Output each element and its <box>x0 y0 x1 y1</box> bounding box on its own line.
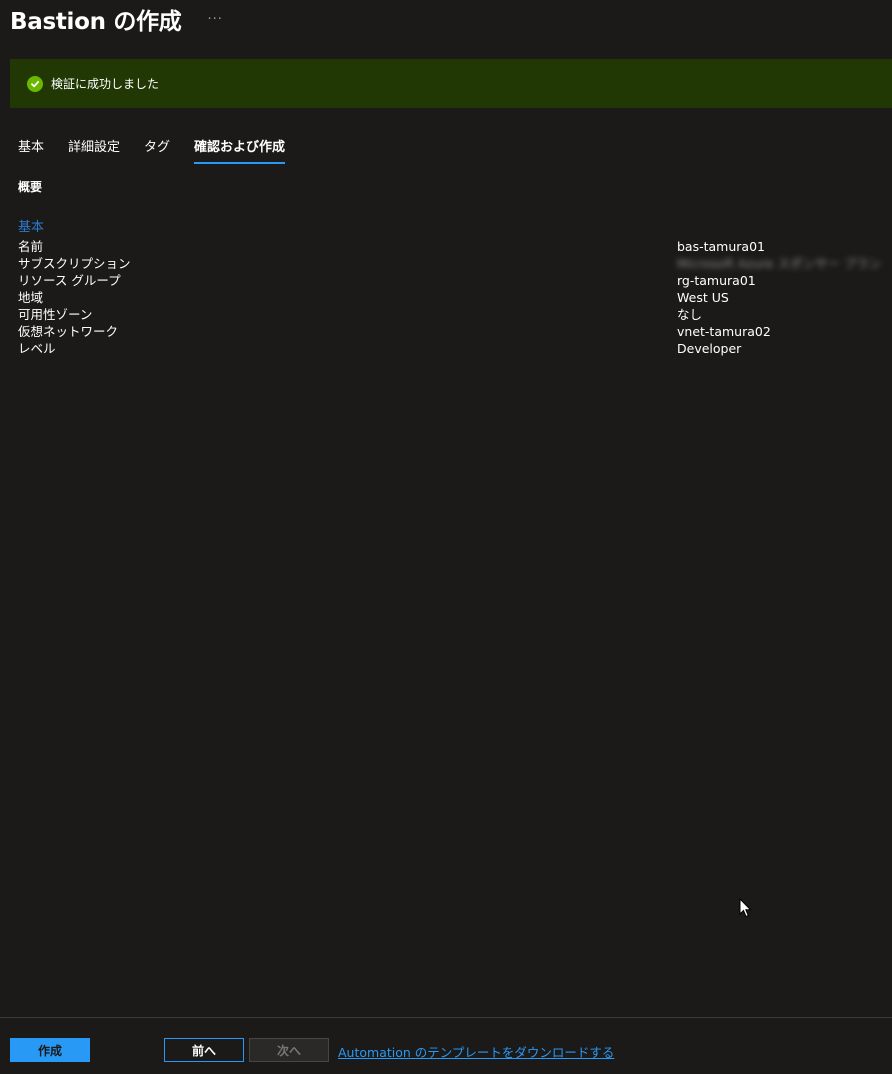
wizard-tabs: 基本 詳細設定 タグ 確認および作成 <box>18 138 309 166</box>
summary-value: bas-tamura01 <box>677 239 765 254</box>
tab-tags[interactable]: タグ <box>144 138 170 164</box>
summary-label: レベル <box>18 341 56 356</box>
summary-label: リソース グループ <box>18 273 121 288</box>
tab-advanced[interactable]: 詳細設定 <box>68 138 120 164</box>
summary-label: 名前 <box>18 239 44 254</box>
mouse-pointer-icon <box>739 898 752 918</box>
summary-label: 地域 <box>18 290 44 305</box>
summary-value: rg-tamura01 <box>677 273 756 288</box>
banner-message: 検証に成功しました <box>51 77 160 91</box>
page-title: Bastion の作成 <box>10 9 182 35</box>
summary-label: 可用性ゾーン <box>18 307 93 322</box>
summary-value: West US <box>677 290 729 305</box>
download-template-link[interactable]: Automation のテンプレートをダウンロードする <box>338 1042 614 1061</box>
summary-row-subscription: サブスクリプション Microsoft Azure スポンサー プラン <box>18 255 882 272</box>
summary-value: なし <box>677 307 703 322</box>
previous-button[interactable]: 前へ <box>164 1038 244 1062</box>
create-button[interactable]: 作成 <box>10 1038 90 1062</box>
summary-row-resource-group: リソース グループ rg-tamura01 <box>18 272 878 289</box>
summary-value: Developer <box>677 341 742 356</box>
summary-row-availability-zone: 可用性ゾーン なし <box>18 306 878 323</box>
next-button: 次へ <box>249 1038 329 1062</box>
success-check-icon <box>27 75 43 92</box>
summary-list: 名前 bas-tamura01 サブスクリプション Microsoft Azur… <box>18 238 882 357</box>
summary-value-redacted: Microsoft Azure スポンサー プラン <box>677 256 882 271</box>
validation-success-banner: 検証に成功しました <box>10 59 892 108</box>
summary-label: サブスクリプション <box>18 256 131 271</box>
summary-label: 仮想ネットワーク <box>18 324 119 339</box>
create-bastion-page: Bastion の作成 ··· 検証に成功しました 基本 詳細設定 タグ 確認お… <box>0 0 892 1074</box>
summary-row-virtual-network: 仮想ネットワーク vnet-tamura02 <box>18 323 878 340</box>
summary-row-tier: レベル Developer <box>18 340 878 357</box>
footer-bar: 作成 前へ 次へ Automation のテンプレートをダウンロードする <box>0 1017 892 1074</box>
tab-review-create[interactable]: 確認および作成 <box>194 138 286 164</box>
summary-heading: 概要 <box>18 180 43 194</box>
summary-row-name: 名前 bas-tamura01 <box>18 238 878 255</box>
more-options-icon[interactable]: ··· <box>208 12 223 27</box>
summary-row-region: 地域 West US <box>18 289 878 306</box>
title-row: Bastion の作成 ··· <box>10 2 223 36</box>
basics-group-heading: 基本 <box>18 220 45 235</box>
summary-value: vnet-tamura02 <box>677 324 771 339</box>
tab-basics[interactable]: 基本 <box>18 138 44 164</box>
